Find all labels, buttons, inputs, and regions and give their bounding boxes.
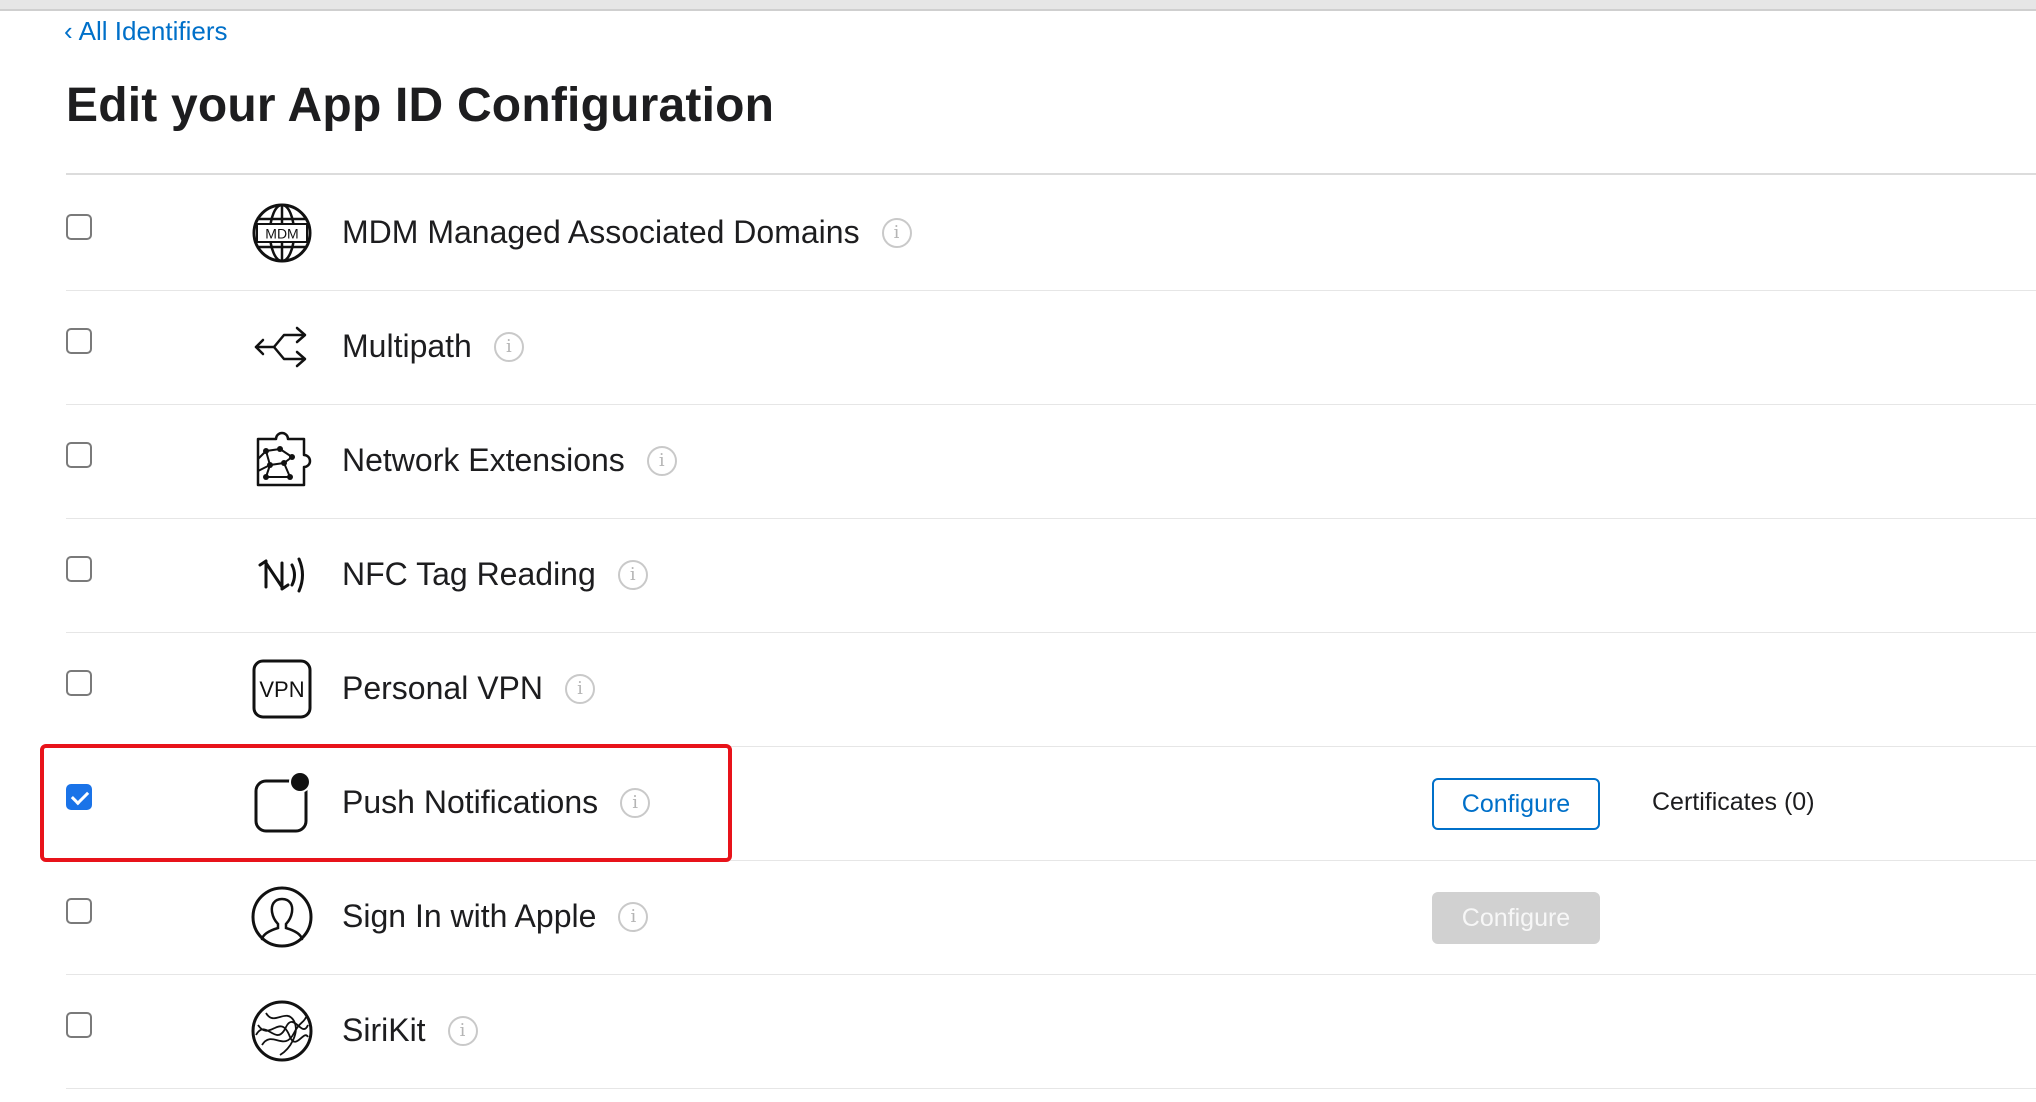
configure-button-sign-in-with-apple: Configure <box>1432 892 1600 944</box>
checkbox-sign-in-with-apple[interactable] <box>66 898 92 924</box>
capability-label-container: SiriKit i <box>342 1012 478 1049</box>
back-link-label: All Identifiers <box>78 16 228 46</box>
capability-label-container: Network Extensions i <box>342 442 677 479</box>
globe-mdm-icon: MDM <box>252 203 312 263</box>
globe-mdm-icon-text: MDM <box>265 226 298 242</box>
capability-row-network-extensions: Network Extensions i <box>66 404 2036 519</box>
capability-row-nfc-tag-reading: NFC Tag Reading i <box>66 518 2036 633</box>
person-icon <box>251 886 313 948</box>
certificates-count-push-notifications[interactable]: Certificates (0) <box>1652 788 1815 817</box>
browser-top-edge <box>0 0 2036 11</box>
network-extensions-icon <box>256 431 312 487</box>
capability-row-mdm-managed-associated-domains: MDM MDM Managed Associated Domains i <box>66 176 2036 291</box>
capability-label-container: MDM Managed Associated Domains i <box>342 214 912 251</box>
info-icon[interactable]: i <box>493 331 524 362</box>
info-icon[interactable]: i <box>617 559 648 590</box>
header-divider <box>66 173 2036 175</box>
checkbox-personal-vpn[interactable] <box>66 670 92 696</box>
vpn-icon-text: VPN <box>259 677 304 702</box>
capability-row-sirikit: SiriKit i <box>66 974 2036 1089</box>
capability-label: NFC Tag Reading <box>342 556 596 592</box>
capability-row-sign-in-with-apple: Sign In with Apple i Configure <box>66 860 2036 975</box>
checkbox-multipath[interactable] <box>66 328 92 354</box>
vpn-icon: VPN <box>252 659 312 719</box>
capability-label-container: Push Notifications i <box>342 784 651 821</box>
capability-label: Sign In with Apple <box>342 898 597 934</box>
info-icon[interactable]: i <box>620 787 651 818</box>
capability-label: SiriKit <box>342 1012 426 1048</box>
checkbox-network-extensions[interactable] <box>66 442 92 468</box>
configure-button-push-notifications[interactable]: Configure <box>1432 778 1600 830</box>
checkbox-sirikit[interactable] <box>66 1012 92 1038</box>
capability-label: MDM Managed Associated Domains <box>342 214 860 250</box>
capability-label-container: NFC Tag Reading i <box>342 556 648 593</box>
capability-label: Network Extensions <box>342 442 625 478</box>
info-icon[interactable]: i <box>881 217 912 248</box>
capability-row-multipath: Multipath i <box>66 290 2036 405</box>
info-icon[interactable]: i <box>447 1015 478 1046</box>
checkbox-push-notifications[interactable] <box>66 784 92 810</box>
capability-label-container: Sign In with Apple i <box>342 898 649 935</box>
info-icon[interactable]: i <box>618 901 649 932</box>
back-link-all-identifiers[interactable]: ‹ All Identifiers <box>64 16 228 47</box>
chevron-left-icon: ‹ <box>64 16 73 46</box>
capability-label: Personal VPN <box>342 670 543 706</box>
push-notification-icon <box>254 771 311 833</box>
checkbox-nfc-tag-reading[interactable] <box>66 556 92 582</box>
info-icon[interactable]: i <box>564 673 595 704</box>
capability-row-push-notifications: Push Notifications i Configure Certificat… <box>66 746 2036 861</box>
nfc-icon <box>258 557 304 593</box>
capability-label-container: Personal VPN i <box>342 670 595 707</box>
capability-label: Push Notifications <box>342 784 599 820</box>
capability-label: Multipath <box>342 328 472 364</box>
siri-icon <box>251 1000 313 1062</box>
capability-row-personal-vpn: VPN Personal VPN i <box>66 632 2036 747</box>
info-icon[interactable]: i <box>646 445 677 476</box>
capability-label-container: Multipath i <box>342 328 524 365</box>
page-title: Edit your App ID Configuration <box>66 79 775 132</box>
checkbox-mdm-managed-associated-domains[interactable] <box>66 214 92 240</box>
multipath-arrows-icon <box>254 326 307 368</box>
